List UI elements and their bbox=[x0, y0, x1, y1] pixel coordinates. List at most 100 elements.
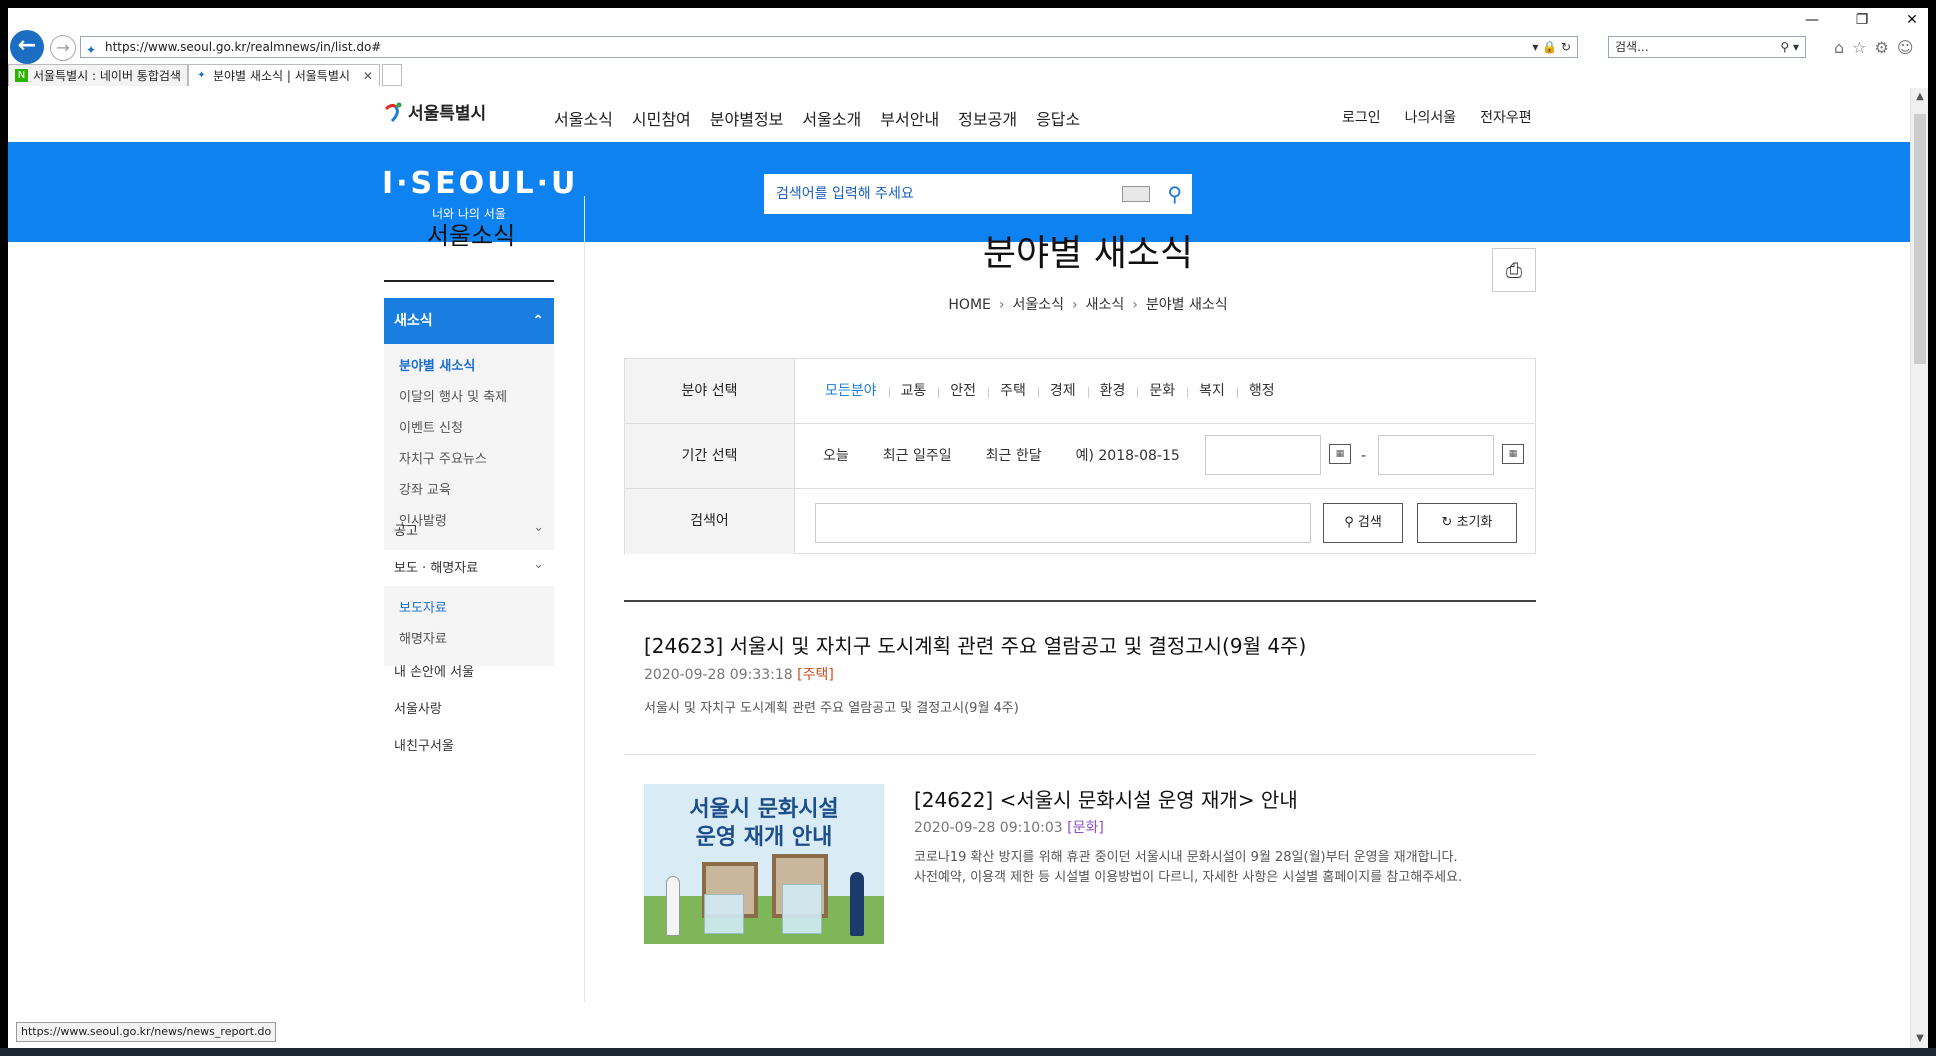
print-button[interactable]: ⎙ bbox=[1492, 248, 1536, 292]
lnb-group-news[interactable]: 새소식 ⌃ bbox=[384, 298, 554, 344]
taskbar bbox=[0, 1048, 1936, 1056]
lnb-item-field-news[interactable]: 분야별 새소식 bbox=[399, 356, 554, 387]
browser-search-input[interactable]: 검색... ⚲ ▾ bbox=[1608, 36, 1806, 58]
news-item-category: [문화] bbox=[1067, 820, 1104, 836]
scroll-thumb[interactable] bbox=[1914, 114, 1926, 364]
status-bar-url: https://www.seoul.go.kr/news/news_report… bbox=[16, 1022, 277, 1042]
news-item-meta: 2020-09-28 09:10:03 [문화] bbox=[914, 817, 1104, 837]
end-date-input[interactable] bbox=[1378, 435, 1494, 475]
email-link[interactable]: 전자우편 bbox=[1480, 107, 1532, 127]
lnb-item-lecture[interactable]: 강좌 교육 bbox=[399, 480, 554, 511]
address-controls-icon[interactable]: ▾ 🔒 ↻ bbox=[1532, 37, 1571, 57]
period-options: 오늘 최근 일주일 최근 한달 예) 2018-08-15 bbox=[823, 424, 1180, 489]
category-traffic[interactable]: 교통 bbox=[888, 359, 939, 424]
tab-close-icon[interactable]: ✕ bbox=[363, 66, 373, 86]
menu-field-info[interactable]: 분야별정보 bbox=[710, 106, 784, 130]
news-item-date: 2020-09-28 09:33:18 bbox=[644, 667, 793, 683]
calendar-icon[interactable]: ▦ bbox=[1502, 444, 1524, 464]
period-month[interactable]: 최근 한달 bbox=[986, 424, 1042, 489]
lnb-item-events[interactable]: 이달의 행사 및 축제 bbox=[399, 387, 554, 418]
reset-button[interactable]: ↻ 초기화 bbox=[1417, 503, 1517, 543]
address-bar[interactable]: ✦ https://www.seoul.go.kr/realmnews/in/l… bbox=[80, 36, 1578, 58]
display-case bbox=[782, 884, 822, 934]
menu-citizen[interactable]: 시민참여 bbox=[632, 106, 691, 130]
category-economy[interactable]: 경제 bbox=[1037, 359, 1088, 424]
lnb-item-press-release[interactable]: 보도자료 bbox=[399, 598, 554, 629]
lnb-group-press[interactable]: 보도 · 해명자료 ⌄ bbox=[384, 557, 554, 576]
restore-icon[interactable]: ❐ bbox=[1854, 12, 1870, 28]
lnb-title: 서울소식 bbox=[426, 222, 516, 250]
scroll-up-icon[interactable]: ▲ bbox=[1911, 88, 1928, 106]
browser-search-placeholder: 검색... bbox=[1615, 40, 1649, 54]
period-week[interactable]: 최근 일주일 bbox=[883, 424, 952, 489]
search-button-label: 검색 bbox=[1357, 515, 1382, 530]
breadcrumb-item[interactable]: 서울소식 bbox=[1012, 297, 1064, 313]
filter-label: 분야 선택 bbox=[625, 359, 795, 423]
page-title: 분야별 새소식 bbox=[982, 233, 1194, 274]
news-item-thumbnail[interactable]: 서울시 문화시설 운영 재개 안내 bbox=[644, 784, 884, 944]
news-item-title[interactable]: [24623] 서울시 및 자치구 도시계획 관련 주요 열람공고 및 결정고시… bbox=[644, 630, 1306, 659]
calendar-icon[interactable]: ▦ bbox=[1329, 444, 1351, 464]
breadcrumb: HOME › 서울소식 › 새소식 › 분야별 새소식 bbox=[628, 294, 1548, 314]
back-button[interactable]: ← bbox=[10, 30, 44, 64]
seoul-logo[interactable]: 서울특별시 bbox=[382, 99, 486, 124]
lnb-group-label: 보도 · 해명자료 bbox=[394, 561, 479, 576]
menu-open-info[interactable]: 정보공개 bbox=[958, 106, 1017, 130]
home-icon[interactable]: ⌂ bbox=[1834, 38, 1844, 57]
brand-logo[interactable]: I·SEOUL·U bbox=[382, 166, 578, 201]
news-item-meta: 2020-09-28 09:33:18 [주택] bbox=[644, 664, 834, 684]
login-link[interactable]: 로그인 bbox=[1342, 107, 1381, 127]
smiley-icon[interactable]: ☺ bbox=[1897, 38, 1914, 57]
category-safety[interactable]: 안전 bbox=[938, 359, 988, 424]
search-icon[interactable]: ⚲ bbox=[1167, 182, 1182, 206]
menu-response[interactable]: 응답소 bbox=[1036, 106, 1080, 130]
lnb-item-district-news[interactable]: 자치구 주요뉴스 bbox=[399, 449, 554, 480]
chevron-down-icon: ⌄ bbox=[533, 557, 544, 572]
forward-button[interactable]: → bbox=[50, 35, 76, 61]
menu-about[interactable]: 서울소개 bbox=[802, 106, 861, 130]
category-admin[interactable]: 행정 bbox=[1236, 359, 1287, 424]
my-seoul-link[interactable]: 나의서울 bbox=[1405, 107, 1457, 127]
new-tab-button[interactable] bbox=[381, 64, 402, 86]
lnb-item-mobile-seoul[interactable]: 내 손안에 서울 bbox=[384, 661, 554, 680]
breadcrumb-home[interactable]: HOME bbox=[948, 297, 990, 313]
category-housing[interactable]: 주택 bbox=[988, 359, 1038, 424]
keyboard-icon[interactable] bbox=[1122, 186, 1150, 202]
lnb-item-seoul-love[interactable]: 서울사랑 bbox=[384, 698, 554, 717]
lnb-group-notice[interactable]: 공고 ⌄ bbox=[384, 520, 554, 539]
search-icon[interactable]: ⚲ ▾ bbox=[1780, 37, 1799, 57]
menu-seoul-news[interactable]: 서울소식 bbox=[554, 106, 613, 130]
category-all[interactable]: 모든분야 bbox=[813, 359, 889, 424]
window-controls: — ❐ ✕ bbox=[1804, 12, 1920, 28]
refresh-icon: ↻ bbox=[1441, 515, 1457, 530]
keyword-input[interactable] bbox=[815, 503, 1311, 543]
site-search-input[interactable]: 검색어를 입력해 주세요 ⚲ bbox=[764, 174, 1192, 214]
minimize-icon[interactable]: — bbox=[1804, 12, 1820, 28]
breadcrumb-item[interactable]: 분야별 새소식 bbox=[1146, 297, 1228, 313]
breadcrumb-item[interactable]: 새소식 bbox=[1086, 297, 1125, 313]
start-date-input[interactable] bbox=[1205, 435, 1321, 475]
scroll-down-icon[interactable]: ▼ bbox=[1911, 1030, 1928, 1048]
favorites-star-icon[interactable]: ☆ bbox=[1852, 38, 1866, 57]
category-culture[interactable]: 문화 bbox=[1137, 359, 1187, 424]
lnb-divider bbox=[384, 280, 554, 282]
lnb-item-event-apply[interactable]: 이벤트 신청 bbox=[399, 418, 554, 449]
chevron-up-icon: ⌃ bbox=[532, 313, 544, 329]
chevron-right-icon: › bbox=[998, 297, 1005, 313]
news-item-title[interactable]: [24622] <서울시 문화시설 운영 재개> 안내 bbox=[914, 784, 1298, 813]
menu-departments[interactable]: 부서안내 bbox=[880, 106, 939, 130]
close-icon[interactable]: ✕ bbox=[1904, 12, 1920, 28]
category-welfare[interactable]: 복지 bbox=[1187, 359, 1237, 424]
period-today[interactable]: 오늘 bbox=[823, 424, 849, 489]
tab-label: 서울특별시 : 네이버 통합검색 bbox=[33, 68, 181, 83]
tab-seoul-news[interactable]: ✦ 분야별 새소식 | 서울특별시 ✕ bbox=[187, 64, 380, 86]
vertical-scrollbar[interactable]: ▲ ▼ bbox=[1910, 88, 1928, 1048]
search-button[interactable]: ⚲ 검색 bbox=[1323, 503, 1403, 543]
gear-icon[interactable]: ⚙ bbox=[1875, 38, 1889, 57]
lnb-item-friend-seoul[interactable]: 내친구서울 bbox=[384, 735, 554, 754]
lnb-item-clarification[interactable]: 해명자료 bbox=[399, 629, 554, 660]
news-item-desc: 서울시 및 자치구 도시계획 관련 주요 열람공고 및 결정고시(9월 4주) bbox=[644, 701, 1019, 716]
person-figure bbox=[666, 876, 680, 936]
category-environment[interactable]: 환경 bbox=[1087, 359, 1138, 424]
tab-naver[interactable]: N 서울특별시 : 네이버 통합검색 bbox=[8, 64, 188, 86]
